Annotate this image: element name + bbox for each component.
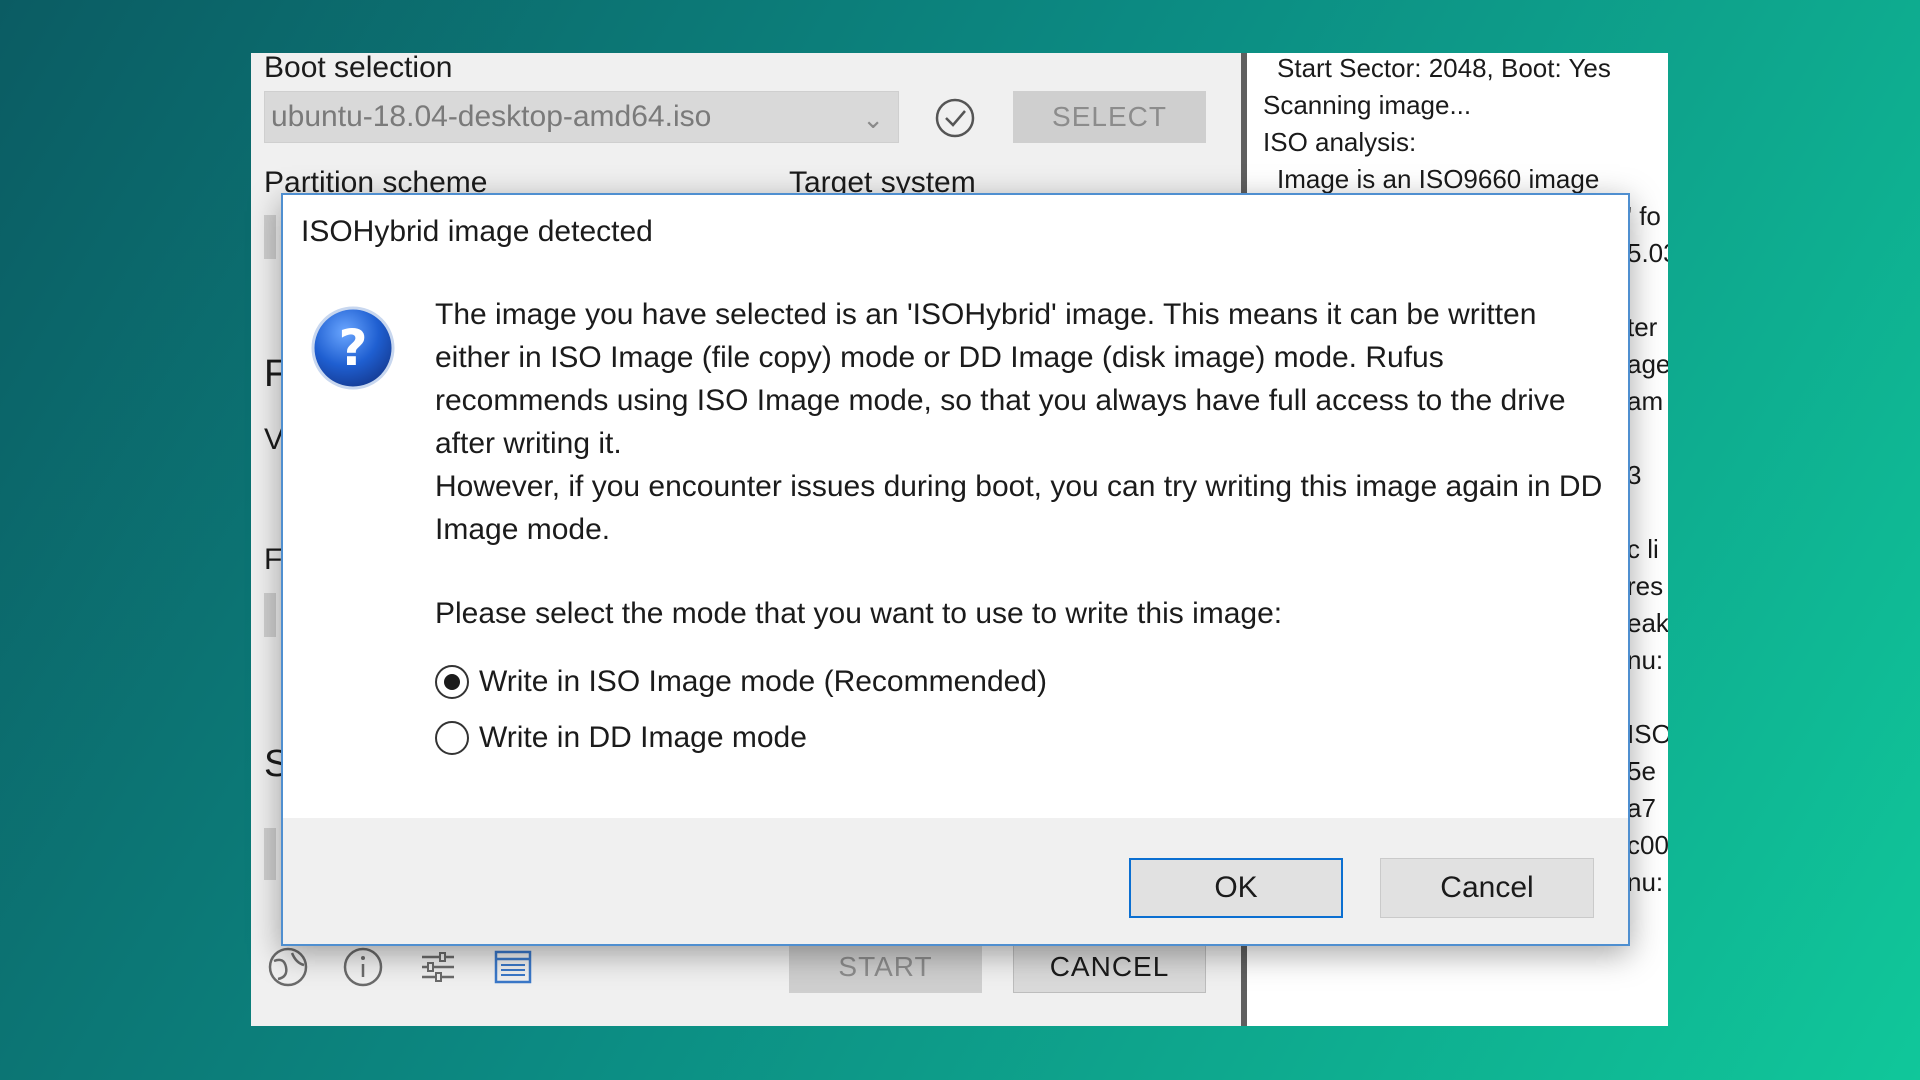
log-fragment: am <box>1627 386 1664 416</box>
dialog-title: ISOHybrid image detected <box>301 215 653 248</box>
log-line: ISO analysis: <box>1263 127 1417 157</box>
log-fragment: res <box>1627 571 1664 601</box>
log-fragment: 5.03 <box>1627 238 1668 268</box>
globe-icon[interactable] <box>266 945 310 989</box>
log-fragment: c li <box>1627 534 1659 564</box>
mode-prompt: Please select the mode that you want to … <box>435 597 1283 630</box>
info-icon[interactable] <box>341 945 385 989</box>
log-fragment: age <box>1627 349 1668 379</box>
radio-iso-mode[interactable]: Write in ISO Image mode (Recommended) <box>435 665 1047 699</box>
start-button[interactable]: START <box>789 941 982 993</box>
svg-text:?: ? <box>338 319 367 377</box>
radio-label: Write in ISO Image mode (Recommended) <box>479 665 1047 698</box>
isohybrid-dialog: ISOHybrid image detected ? The image you… <box>281 193 1630 946</box>
ok-button[interactable]: OK <box>1129 858 1343 918</box>
settings-sliders-icon[interactable] <box>416 945 460 989</box>
log-line: Start Sector: 2048, Boot: Yes <box>1277 53 1611 83</box>
dropdown-edge <box>264 593 276 637</box>
checkmark-icon[interactable] <box>934 97 976 139</box>
dialog-message-paragraph: The image you have selected is an 'ISOHy… <box>435 298 1566 460</box>
log-icon[interactable] <box>491 945 535 989</box>
log-fragment: 5e <box>1627 756 1656 786</box>
dialog-message-paragraph: However, if you encounter issues during … <box>435 470 1603 546</box>
label-edge: F <box>264 543 283 576</box>
boot-selection-dropdown[interactable]: ubuntu-18.04-desktop-amd64.iso ⌄ <box>264 91 899 143</box>
log-fragment: nu: <box>1627 867 1664 897</box>
select-button[interactable]: SELECT <box>1013 91 1206 143</box>
radio-label: Write in DD Image mode <box>479 721 807 754</box>
log-fragment: c00 <box>1627 830 1668 860</box>
log-fragment: ISO <box>1627 719 1668 749</box>
log-line: Scanning image... <box>1263 90 1472 120</box>
radio-dd-mode[interactable]: Write in DD Image mode <box>435 721 807 755</box>
log-fragment: ter <box>1627 312 1658 342</box>
log-fragment: a7 <box>1627 793 1656 823</box>
dialog-footer: OK Cancel <box>283 818 1628 944</box>
dialog-message: The image you have selected is an 'ISOHy… <box>435 293 1605 551</box>
main-cancel-button[interactable]: CANCEL <box>1013 941 1206 993</box>
radio-button-selected[interactable] <box>435 665 469 699</box>
chevron-down-icon: ⌄ <box>862 104 884 134</box>
log-fragment: nu: <box>1627 645 1664 675</box>
cancel-button[interactable]: Cancel <box>1380 858 1594 918</box>
boot-selection-label: Boot selection <box>264 53 453 84</box>
log-fragment: ' fo <box>1627 201 1661 231</box>
boot-selection-value: ubuntu-18.04-desktop-amd64.iso <box>271 100 712 133</box>
partition-dropdown-edge <box>264 215 276 259</box>
question-icon: ? <box>311 306 395 390</box>
radio-button[interactable] <box>435 721 469 755</box>
progress-bar-edge <box>264 828 276 880</box>
log-fragment: eak <box>1627 608 1668 638</box>
